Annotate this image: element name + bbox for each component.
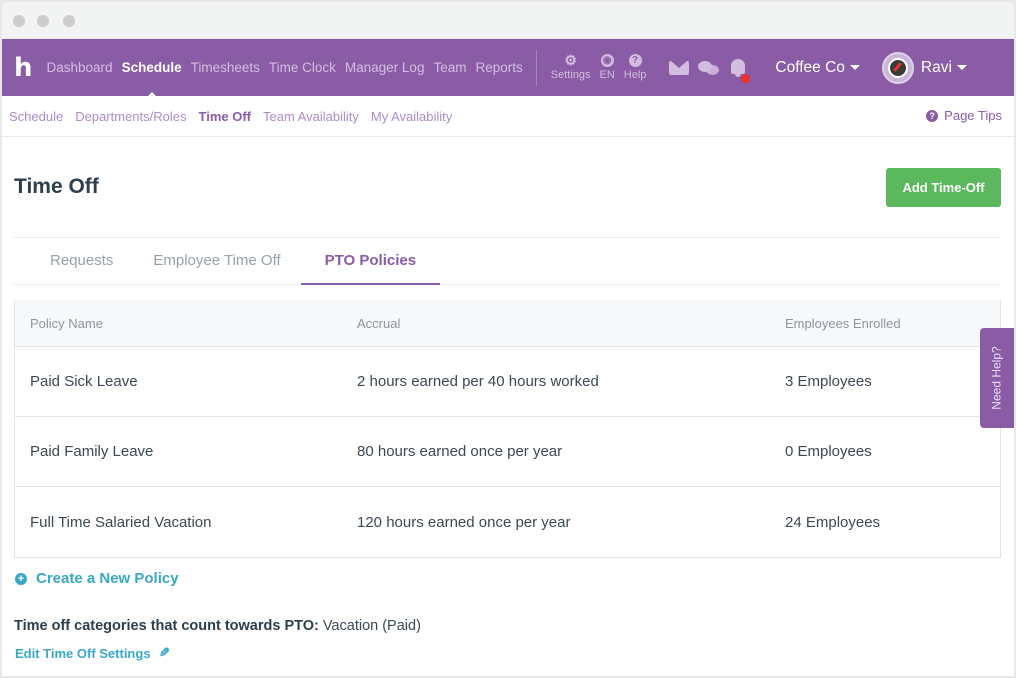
notification-badge	[741, 73, 751, 83]
window-close-dot[interactable]	[13, 15, 25, 27]
edit-settings-label: Edit Time Off Settings	[15, 645, 151, 661]
avatar[interactable]	[881, 51, 914, 84]
table-row[interactable]: Full Time Salaried Vacation 120 hours ea…	[15, 487, 1000, 557]
main-content: Time Off Add Time-Off Requests Employee …	[2, 137, 1014, 661]
help-label: Help	[623, 69, 647, 81]
policy-accrual: 120 hours earned once per year	[357, 513, 571, 531]
top-navbar: h Dashboard Schedule Timesheets Time Clo…	[2, 39, 1014, 98]
policy-name: Paid Sick Leave	[30, 373, 138, 390]
subnav-departments-roles[interactable]: Departments/Roles	[75, 109, 186, 124]
column-header-accrual[interactable]: Accrual	[357, 316, 785, 331]
policy-name: Full Time Salaried Vacation	[30, 513, 212, 531]
nav-item-team[interactable]: Team	[433, 60, 466, 75]
language-label: EN	[599, 69, 615, 81]
create-policy-label: Create a New Policy	[36, 570, 179, 587]
nav-item-manager-log[interactable]: Manager Log	[345, 60, 425, 75]
nav-divider	[535, 49, 537, 86]
language-button[interactable]: ◉ EN	[600, 54, 615, 81]
add-time-off-button[interactable]: Add Time-Off	[886, 167, 1001, 207]
settings-button[interactable]: ⚙ Settings	[550, 52, 591, 81]
window-titlebar	[2, 2, 1014, 39]
subnav-my-availability[interactable]: My Availability	[371, 109, 452, 124]
tab-requests[interactable]: Requests	[30, 238, 133, 285]
gear-icon: ⚙	[564, 52, 577, 68]
compass-icon	[887, 57, 908, 78]
nav-item-schedule[interactable]: Schedule	[122, 60, 182, 98]
pto-categories-value: Vacation (Paid)	[318, 618, 421, 634]
table-header: Policy Name Accrual Employees Enrolled	[15, 300, 1000, 347]
user-dropdown[interactable]: Ravi	[921, 59, 967, 77]
policy-accrual: 2 hours earned per 40 hours worked	[357, 373, 599, 390]
window-maximize-dot[interactable]	[63, 15, 75, 27]
pto-categories-label: Time off categories that count towards P…	[14, 618, 319, 634]
company-dropdown[interactable]: Coffee Co	[775, 59, 860, 77]
page-tips-link[interactable]: ? Page Tips	[926, 108, 1002, 123]
question-icon: ?	[628, 54, 642, 67]
column-header-employees-enrolled[interactable]: Employees Enrolled	[785, 316, 1000, 331]
globe-icon: ◉	[600, 54, 614, 67]
subnav-time-off[interactable]: Time Off	[199, 109, 252, 124]
pto-categories: Time off categories that count towards P…	[14, 618, 1001, 634]
need-help-label: Need Help?	[990, 346, 1004, 410]
bell-icon[interactable]	[729, 58, 751, 83]
chevron-down-icon	[956, 64, 967, 70]
policy-enrolled: 3 Employees	[785, 373, 872, 390]
create-policy-link[interactable]: + Create a New Policy	[14, 570, 1001, 587]
subnav-schedule[interactable]: Schedule	[9, 109, 63, 124]
subnav-team-availability[interactable]: Team Availability	[263, 109, 359, 124]
tab-pto-policies[interactable]: PTO Policies	[300, 238, 441, 285]
edit-time-off-settings-link[interactable]: Edit Time Off Settings ✎	[14, 645, 1001, 661]
page-title: Time Off	[14, 175, 99, 198]
logo[interactable]: h	[14, 53, 33, 83]
policy-enrolled: 0 Employees	[785, 443, 872, 460]
plus-circle-icon: +	[15, 572, 27, 585]
user-name: Ravi	[920, 58, 952, 76]
title-row: Time Off Add Time-Off	[14, 137, 1001, 238]
policy-enrolled: 24 Employees	[785, 513, 881, 531]
need-help-tab[interactable]: Need Help?	[980, 328, 1014, 428]
nav-item-time-clock[interactable]: Time Clock	[269, 60, 336, 75]
window-minimize-dot[interactable]	[37, 15, 49, 27]
tab-employee-time-off[interactable]: Employee Time Off	[133, 238, 300, 285]
nav-item-dashboard[interactable]: Dashboard	[47, 60, 113, 75]
column-header-policy-name[interactable]: Policy Name	[15, 316, 357, 331]
company-name: Coffee Co	[775, 58, 845, 76]
chat-icon[interactable]	[698, 60, 720, 76]
help-button[interactable]: ? Help	[623, 54, 647, 81]
chevron-down-icon	[849, 64, 860, 70]
sub-navbar: Schedule Departments/Roles Time Off Team…	[2, 96, 1014, 137]
tabs: Requests Employee Time Off PTO Policies	[14, 238, 1001, 285]
pencil-icon: ✎	[158, 645, 170, 660]
browser-window: h Dashboard Schedule Timesheets Time Clo…	[2, 2, 1014, 676]
page-tips-label: Page Tips	[944, 108, 1002, 123]
envelope-icon[interactable]	[669, 60, 690, 75]
policies-table: Policy Name Accrual Employees Enrolled P…	[14, 300, 1001, 558]
policy-name: Paid Family Leave	[30, 443, 154, 460]
question-circle-icon: ?	[926, 109, 939, 122]
policy-accrual: 80 hours earned once per year	[357, 443, 563, 460]
table-row[interactable]: Paid Sick Leave 2 hours earned per 40 ho…	[15, 347, 1000, 417]
table-row[interactable]: Paid Family Leave 80 hours earned once p…	[15, 417, 1000, 487]
nav-item-timesheets[interactable]: Timesheets	[191, 60, 260, 75]
settings-label: Settings	[550, 69, 591, 81]
nav-item-reports[interactable]: Reports	[475, 60, 522, 75]
